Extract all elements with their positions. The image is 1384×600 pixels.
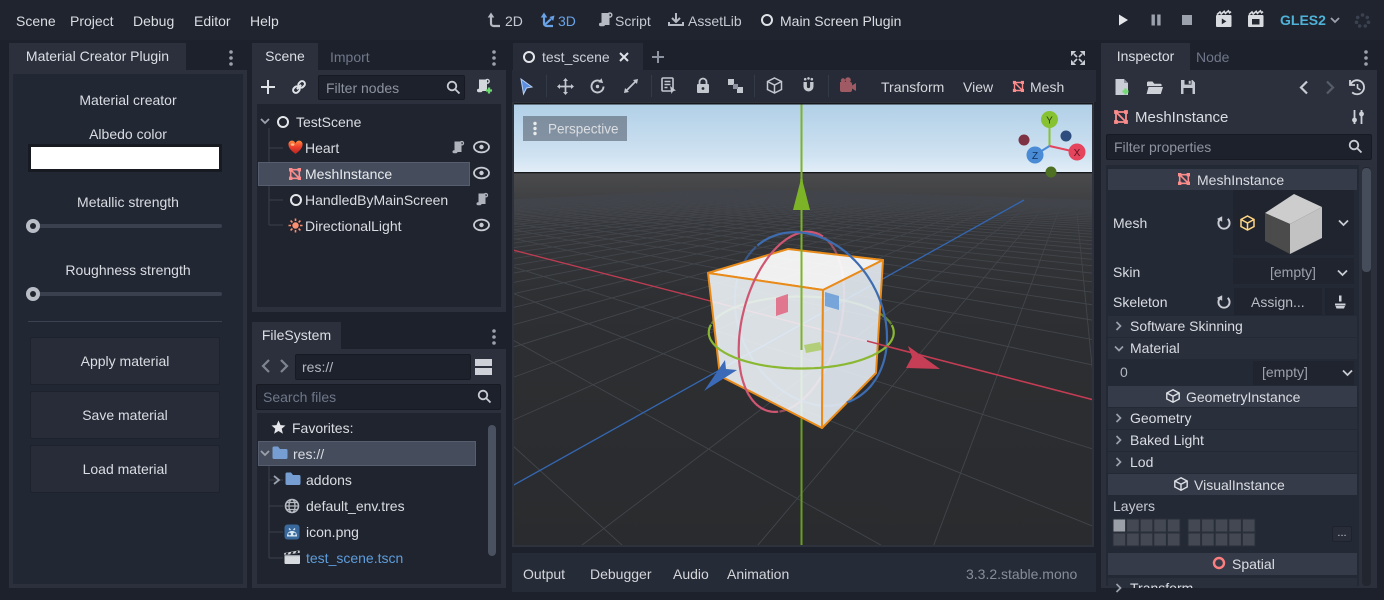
svg-text:Perspective: Perspective xyxy=(548,122,619,137)
svg-text:Y: Y xyxy=(1046,116,1053,127)
svg-text:Z: Z xyxy=(1032,151,1038,162)
svg-text:X: X xyxy=(1074,148,1081,159)
